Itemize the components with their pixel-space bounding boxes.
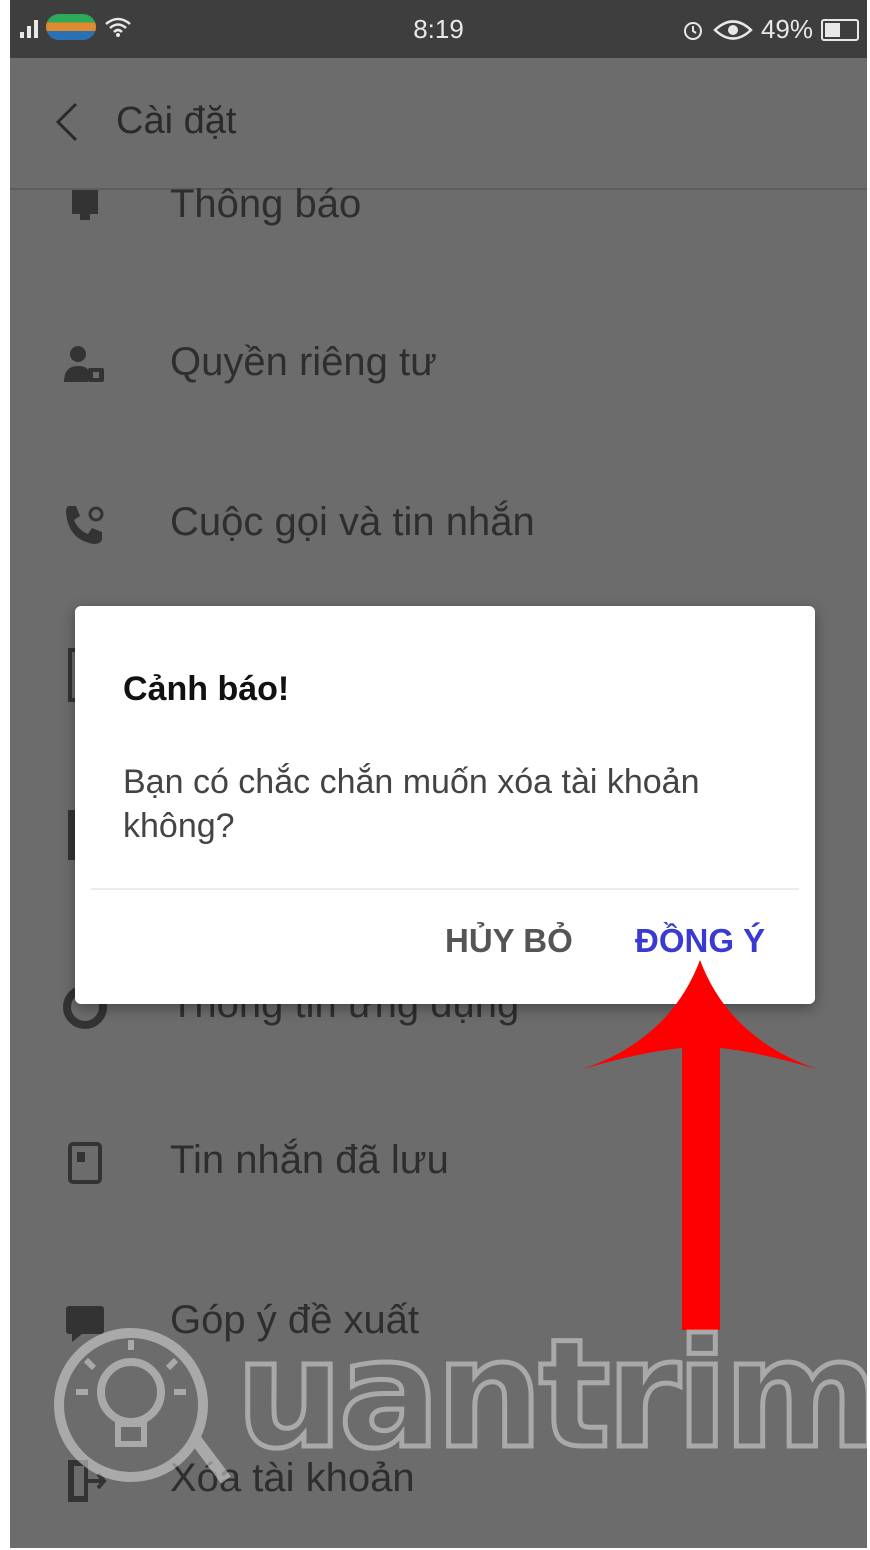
battery-percent: 49%: [760, 14, 813, 44]
back-arrow-icon[interactable]: [46, 98, 94, 146]
alarm-icon: [683, 21, 702, 40]
dialog-divider: [91, 888, 799, 890]
eye-icon: [713, 19, 753, 40]
app-screen: 8:19 49% Cài đặt Thông báo Quyền riêng t…: [10, 0, 867, 1548]
settings-item-label: Thông báo: [170, 182, 362, 226]
confirm-button[interactable]: ĐỒNG Ý: [635, 922, 765, 960]
status-right: 49%: [681, 14, 859, 45]
user-lock-icon: [64, 346, 104, 382]
watermark: uantrimang: [46, 1300, 867, 1490]
lightbulb-logo-icon: [54, 1328, 231, 1484]
cancel-button[interactable]: HỦY BỎ: [445, 922, 573, 960]
saved-message-icon: [68, 1142, 102, 1184]
settings-item-notifications[interactable]: Thông báo: [10, 160, 867, 250]
phone-icon: [66, 506, 104, 544]
settings-item-privacy[interactable]: Quyền riêng tư: [10, 318, 867, 408]
bell-icon: [72, 190, 98, 220]
dialog-message: Bạn có chắc chắn muốn xóa tài khoản khôn…: [123, 763, 700, 845]
status-bar: 8:19 49%: [10, 0, 867, 58]
settings-item-calls-messages[interactable]: Cuộc gọi và tin nhắn: [10, 478, 867, 568]
battery-icon: [821, 18, 859, 41]
watermark-text: uantrimang: [234, 1306, 867, 1485]
settings-item-label: Quyền riêng tư: [170, 340, 437, 384]
annotation-arrow-icon: [580, 960, 820, 1330]
confirm-dialog: Cảnh báo! Bạn có chắc chắn muốn xóa tài …: [75, 606, 815, 1004]
settings-item-label: Tin nhắn đã lưu: [170, 1138, 449, 1182]
dialog-title: Cảnh báo!: [123, 670, 290, 708]
settings-item-label: Cuộc gọi và tin nhắn: [170, 500, 535, 544]
page-title: Cài đặt: [116, 100, 237, 142]
